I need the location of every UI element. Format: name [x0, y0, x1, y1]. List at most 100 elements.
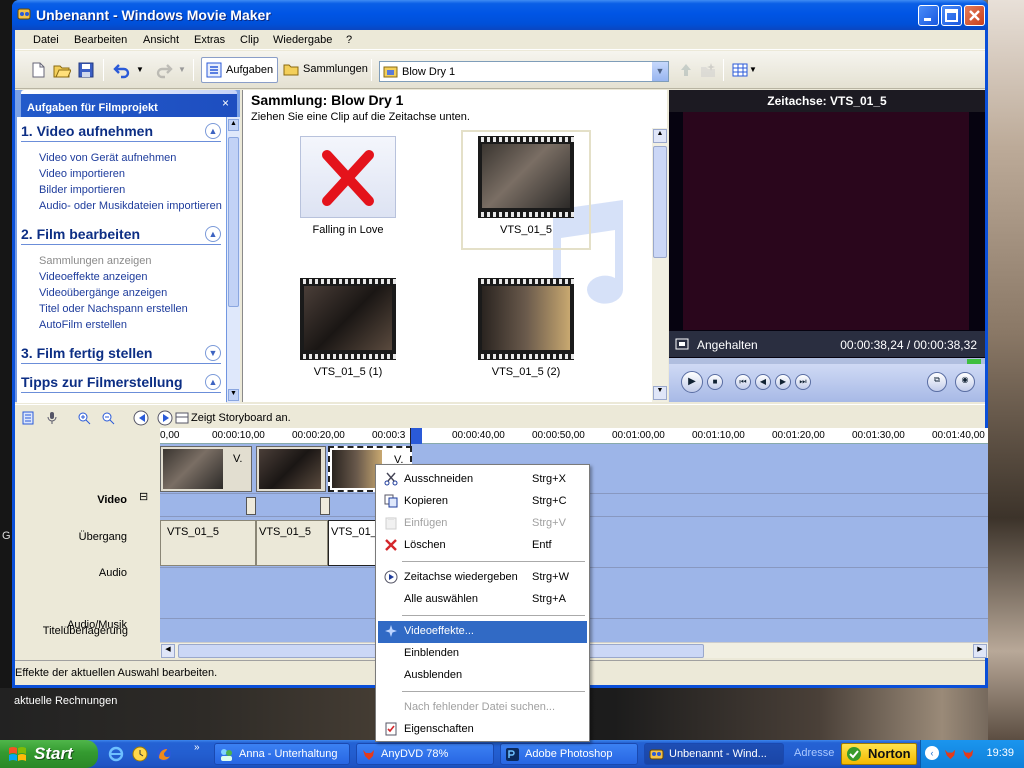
- task-section-finish[interactable]: 3. Film fertig stellen ▼: [21, 345, 221, 364]
- clip-item[interactable]: VTS_01_5 (2): [461, 278, 591, 378]
- storyboard-toggle-label[interactable]: Zeigt Storyboard an.: [191, 412, 291, 424]
- taskbar-task[interactable]: AnyDVD 78%: [356, 743, 494, 765]
- snapshot-button[interactable]: ◉: [955, 372, 975, 392]
- task-section-tips[interactable]: Tipps zur Filmerstellung ▲: [21, 374, 221, 393]
- fox-tray-icon[interactable]: [961, 747, 975, 761]
- timeline-video-clip[interactable]: [256, 446, 326, 492]
- scroll-up-icon[interactable]: ▲: [653, 129, 667, 143]
- task-link[interactable]: Video von Gerät aufnehmen: [39, 152, 176, 164]
- forward-button[interactable]: ▶: [775, 374, 791, 390]
- menu-extras[interactable]: Extras: [194, 34, 225, 46]
- seek-bar[interactable]: [669, 358, 985, 364]
- collapse-track-icon[interactable]: ⊟: [139, 490, 148, 503]
- close-button[interactable]: [964, 5, 985, 26]
- undo-dropdown-icon[interactable]: ▼: [136, 65, 144, 74]
- play-button[interactable]: ▶: [681, 371, 703, 393]
- storyboard-icon[interactable]: [21, 411, 35, 425]
- clip-item[interactable]: VTS_01_5 (1): [283, 278, 413, 378]
- timeline-video-clip[interactable]: V.: [160, 446, 252, 492]
- collections-button[interactable]: Sammlungen: [279, 57, 372, 83]
- taskbar-task[interactable]: Adobe Photoshop: [500, 743, 638, 765]
- chevron-up-icon[interactable]: ▲: [205, 226, 221, 242]
- scroll-right-icon[interactable]: ▶: [973, 644, 987, 658]
- task-section-capture[interactable]: 1. Video aufnehmen ▲: [21, 123, 221, 142]
- clip-item[interactable]: Falling in Love: [283, 136, 413, 236]
- menu-item-copy[interactable]: Kopieren Strg+C: [378, 491, 587, 513]
- start-button[interactable]: Start: [0, 740, 98, 768]
- chevron-down-icon[interactable]: ▼: [651, 62, 668, 81]
- menu-item-play-timeline[interactable]: Zeitachse wiedergeben Strg+W: [378, 567, 587, 589]
- scroll-down-icon[interactable]: ▼: [228, 389, 239, 401]
- storyboard-toggle-icon[interactable]: [175, 411, 189, 425]
- menu-item-select-all[interactable]: Alle auswählen Strg+A: [378, 589, 587, 611]
- firefox-icon[interactable]: [156, 746, 172, 762]
- task-link[interactable]: Audio- oder Musikdateien importieren: [39, 200, 222, 212]
- task-link[interactable]: Video importieren: [39, 168, 125, 180]
- maximize-button[interactable]: [941, 5, 962, 26]
- task-link[interactable]: Videoübergänge anzeigen: [39, 287, 167, 299]
- previous-frame-button[interactable]: ⏮: [735, 374, 751, 390]
- clock-app-icon[interactable]: [132, 746, 148, 762]
- split-clip-button[interactable]: ⧉: [927, 372, 947, 392]
- fox-tray-icon[interactable]: [943, 747, 957, 761]
- chevron-down-icon[interactable]: ▼: [205, 345, 221, 361]
- view-dropdown-icon[interactable]: ▼: [749, 65, 757, 74]
- task-link[interactable]: Bilder importieren: [39, 184, 125, 196]
- clip-item-selected[interactable]: VTS_01_5: [461, 130, 591, 250]
- collection-up-icon[interactable]: [677, 61, 695, 79]
- transition-marker[interactable]: [320, 497, 330, 515]
- open-project-icon[interactable]: [53, 61, 71, 79]
- menu-datei[interactable]: Datei: [33, 34, 59, 46]
- task-link[interactable]: Videoeffekte anzeigen: [39, 271, 147, 283]
- address-toolbar-label[interactable]: Adresse: [794, 747, 834, 759]
- undo-icon[interactable]: [113, 61, 131, 79]
- redo-dropdown-icon[interactable]: ▼: [178, 65, 186, 74]
- task-section-edit[interactable]: 2. Film bearbeiten ▲: [21, 226, 221, 245]
- taskbar-task[interactable]: Anna - Unterhaltung: [214, 743, 350, 765]
- menu-bearbeiten[interactable]: Bearbeiten: [74, 34, 127, 46]
- stop-button[interactable]: ■: [707, 374, 723, 390]
- scroll-down-icon[interactable]: ▼: [653, 386, 667, 400]
- menu-clip[interactable]: Clip: [240, 34, 259, 46]
- menu-ansicht[interactable]: Ansicht: [143, 34, 179, 46]
- task-link[interactable]: Titel oder Nachspann erstellen: [39, 303, 188, 315]
- play-timeline-icon[interactable]: [157, 410, 173, 426]
- new-collection-icon[interactable]: [699, 61, 717, 79]
- audio-clip[interactable]: VTS_01_5: [256, 520, 328, 566]
- tasks-button[interactable]: Aufgaben: [201, 57, 279, 83]
- seek-thumb[interactable]: [967, 359, 981, 364]
- playhead-marker[interactable]: [410, 428, 422, 444]
- transition-marker[interactable]: [246, 497, 256, 515]
- audio-clip[interactable]: VTS_01_5: [160, 520, 256, 566]
- scroll-thumb[interactable]: [228, 137, 239, 307]
- new-project-icon[interactable]: [29, 61, 47, 79]
- scroll-left-icon[interactable]: ◀: [161, 644, 175, 658]
- desktop-icon-label[interactable]: aktuelle Rechnungen: [14, 695, 117, 707]
- scroll-thumb[interactable]: [653, 146, 667, 258]
- task-link[interactable]: AutoFilm erstellen: [39, 319, 127, 331]
- collection-select[interactable]: Blow Dry 1 ▼: [379, 61, 669, 82]
- narrate-icon[interactable]: [45, 411, 59, 425]
- next-frame-button[interactable]: ⏭: [795, 374, 811, 390]
- zoom-out-icon[interactable]: [101, 411, 115, 425]
- menu-item-video-effects[interactable]: Videoeffekte...: [378, 621, 587, 643]
- menu-item-fade-in[interactable]: Einblenden: [378, 643, 587, 665]
- menu-item-cut[interactable]: Ausschneiden Strg+X: [378, 469, 587, 491]
- chevron-up-icon[interactable]: ▲: [205, 123, 221, 139]
- menu-item-delete[interactable]: Löschen Entf: [378, 535, 587, 557]
- taskbar-task-active[interactable]: Unbenannt - Wind...: [644, 743, 784, 765]
- scroll-up-icon[interactable]: ▲: [228, 119, 239, 131]
- title-bar[interactable]: Unbenannt - Windows Movie Maker: [12, 0, 988, 30]
- minimize-button[interactable]: [918, 5, 939, 26]
- collection-scrollbar[interactable]: ▲ ▼: [652, 128, 668, 402]
- rewind-button[interactable]: ◀: [755, 374, 771, 390]
- save-project-icon[interactable]: [77, 61, 95, 79]
- redo-icon[interactable]: [155, 61, 173, 79]
- quicklaunch-more-icon[interactable]: »: [194, 742, 200, 753]
- chevron-up-icon[interactable]: ▲: [205, 374, 221, 390]
- view-options-icon[interactable]: [731, 61, 749, 79]
- task-pane-close-icon[interactable]: ×: [222, 96, 229, 110]
- rewind-timeline-icon[interactable]: [133, 410, 149, 426]
- show-hidden-icons-icon[interactable]: ‹: [925, 746, 939, 760]
- ie-icon[interactable]: [108, 746, 124, 762]
